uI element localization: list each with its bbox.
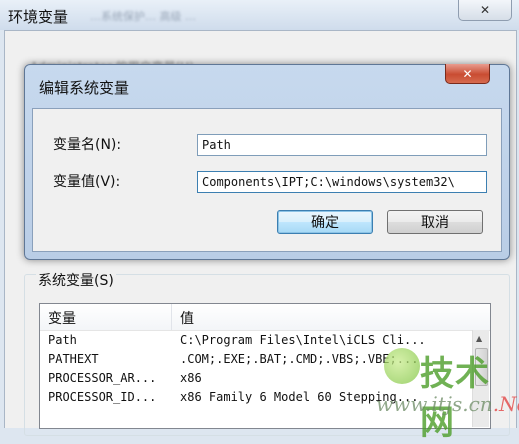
column-header-variable[interactable]: 变量 <box>48 308 76 328</box>
row-variable-value: C:\Program Files\Intel\iCLS Cli... <box>180 333 426 347</box>
ok-button[interactable]: 确定 <box>277 210 373 234</box>
blurred-tab-text: …系统保护… 高级 … <box>90 10 196 23</box>
watermark-url-main: www.itjs.cn <box>376 392 493 416</box>
row-variable-name: PROCESSOR_AR... <box>48 371 157 385</box>
variable-value-input[interactable]: Components\IPT;C:\windows\system32\ <box>197 171 487 193</box>
row-variable-name: PATHEXT <box>48 352 99 366</box>
variable-name-input[interactable]: Path <box>197 134 487 156</box>
cancel-button[interactable]: 取消 <box>387 210 483 234</box>
system-variables-label: 系统变量(S) <box>36 270 116 290</box>
outer-dialog-title: 环境变量 <box>8 8 69 26</box>
row-variable-name: PROCESSOR_ID... <box>48 390 157 404</box>
watermark-logo-icon <box>384 348 420 384</box>
list-header: 变量 值 <box>40 304 490 331</box>
row-variable-value: .COM;.EXE;.BAT;.CMD;.VBS;.VBE;... <box>180 352 419 366</box>
close-icon: ✕ <box>462 66 473 81</box>
column-divider[interactable] <box>171 304 172 330</box>
edit-system-variable-dialog: 编辑系统变量 ✕ 变量名(N): Path 变量值(V): Components… <box>24 64 510 260</box>
watermark-url: www.itjs.cn.Net <box>376 392 519 416</box>
close-icon: ✕ <box>479 3 491 17</box>
row-variable-name: Path <box>48 333 77 347</box>
variable-name-label: 变量名(N): <box>53 137 122 153</box>
row-variable-value: x86 <box>180 371 202 385</box>
watermark-url-suffix: .Net <box>492 392 519 416</box>
outer-close-button[interactable]: ✕ <box>458 0 512 21</box>
edit-close-button[interactable]: ✕ <box>445 64 490 84</box>
scroll-up-icon[interactable]: ▲ <box>476 334 482 343</box>
edit-dialog-title: 编辑系统变量 <box>39 79 130 97</box>
column-header-value[interactable]: 值 <box>180 308 194 328</box>
outer-title-bar: 环境变量 …系统保护… 高级 … <box>0 0 519 30</box>
edit-dialog-body: 变量名(N): Path 变量值(V): Components\IPT;C:\w… <box>32 108 502 252</box>
variable-value-label: 变量值(V): <box>53 174 121 190</box>
